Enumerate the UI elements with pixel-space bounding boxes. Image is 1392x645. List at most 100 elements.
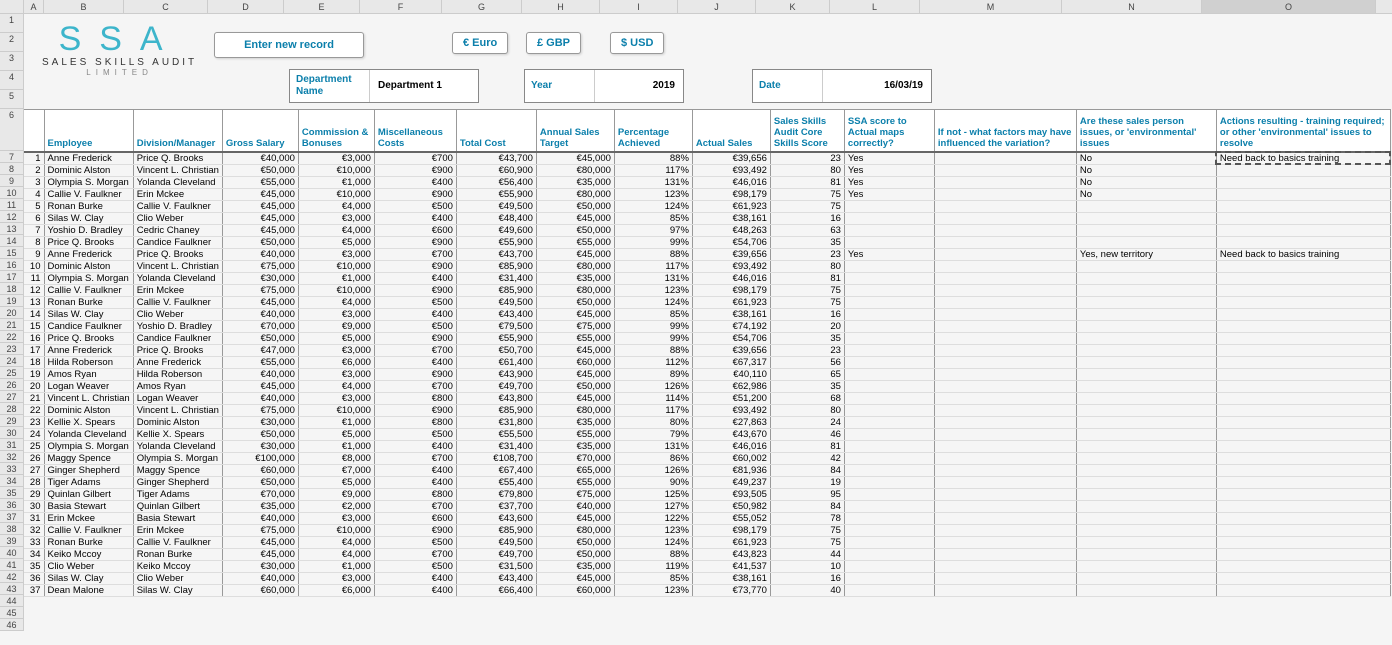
cell-actions[interactable] [1216,320,1390,332]
cell-salary[interactable]: €60,000 [222,464,298,476]
cell-pct[interactable]: 131% [614,176,692,188]
cell-maps[interactable] [844,260,934,272]
currency-gbp-button[interactable]: £ GBP [526,32,581,54]
cell-target[interactable]: €80,000 [536,188,614,200]
cell-score[interactable]: 80 [770,404,844,416]
cell-factors[interactable] [934,560,1076,572]
cell-misc[interactable]: €700 [374,452,456,464]
cell-comm[interactable]: €9,000 [298,488,374,500]
cell-score[interactable]: 42 [770,452,844,464]
cell-n[interactable]: 10 [24,260,44,272]
cell-actions[interactable] [1216,260,1390,272]
cell-comm[interactable]: €4,000 [298,296,374,308]
cell-salary[interactable]: €30,000 [222,560,298,572]
cell-comm[interactable]: €1,000 [298,416,374,428]
cell-actual[interactable]: €73,770 [692,584,770,596]
cell-misc[interactable]: €900 [374,260,456,272]
table-row[interactable]: 13Ronan BurkeCallie V. Faulkner€45,000€4… [24,296,1390,308]
col-header[interactable]: Actions resulting - training required; o… [1216,110,1390,152]
cell-n[interactable]: 12 [24,284,44,296]
row-header-1[interactable]: 1 [0,14,23,33]
row-header-19[interactable]: 19 [0,295,23,307]
row-header-34[interactable]: 34 [0,475,23,487]
cell-maps[interactable] [844,200,934,212]
cell-salary[interactable]: €50,000 [222,476,298,488]
cell-score[interactable]: 23 [770,152,844,165]
cell-actual[interactable]: €61,923 [692,296,770,308]
cell-mgr[interactable]: Keiko Mccoy [133,560,222,572]
cell-factors[interactable] [934,236,1076,248]
cell-salary[interactable]: €40,000 [222,368,298,380]
cell-factors[interactable] [934,416,1076,428]
cell-target[interactable]: €45,000 [536,392,614,404]
cell-issues[interactable] [1076,308,1216,320]
cell-score[interactable]: 35 [770,332,844,344]
cell-maps[interactable]: Yes [844,152,934,165]
cell-n[interactable]: 18 [24,356,44,368]
col-header[interactable]: Total Cost [456,110,536,152]
cell-comm[interactable]: €5,000 [298,428,374,440]
cell-total[interactable]: €85,900 [456,524,536,536]
cell-comm[interactable]: €3,000 [298,368,374,380]
cell-issues[interactable] [1076,344,1216,356]
cell-factors[interactable] [934,524,1076,536]
cell-mgr[interactable]: Clio Weber [133,308,222,320]
cell-total[interactable]: €31,800 [456,416,536,428]
cell-total[interactable]: €56,400 [456,176,536,188]
cell-misc[interactable]: €800 [374,392,456,404]
cell-pct[interactable]: 85% [614,572,692,584]
cell-target[interactable]: €80,000 [536,404,614,416]
cell-factors[interactable] [934,272,1076,284]
cell-score[interactable]: 23 [770,344,844,356]
cell-issues[interactable] [1076,392,1216,404]
cell-emp[interactable]: Keiko Mccoy [44,548,133,560]
cell-score[interactable]: 20 [770,320,844,332]
cell-pct[interactable]: 117% [614,404,692,416]
cell-actions[interactable] [1216,464,1390,476]
cell-n[interactable]: 32 [24,524,44,536]
cell-score[interactable]: 75 [770,200,844,212]
cell-emp[interactable]: Ronan Burke [44,200,133,212]
cell-maps[interactable]: Yes [844,248,934,260]
cell-score[interactable]: 81 [770,176,844,188]
cell-total[interactable]: €43,900 [456,368,536,380]
cell-pct[interactable]: 79% [614,428,692,440]
cell-target[interactable]: €45,000 [536,248,614,260]
cell-comm[interactable]: €10,000 [298,284,374,296]
cell-pct[interactable]: 88% [614,548,692,560]
cell-score[interactable]: 56 [770,356,844,368]
cell-total[interactable]: €85,900 [456,260,536,272]
cell-maps[interactable] [844,272,934,284]
cell-salary[interactable]: €45,000 [222,536,298,548]
cell-actual[interactable]: €93,492 [692,260,770,272]
cell-comm[interactable]: €9,000 [298,320,374,332]
cell-factors[interactable] [934,500,1076,512]
cell-n[interactable]: 8 [24,236,44,248]
column-header-G[interactable]: G [442,0,522,13]
cell-salary[interactable]: €45,000 [222,548,298,560]
cell-target[interactable]: €40,000 [536,500,614,512]
cell-pct[interactable]: 123% [614,188,692,200]
cell-score[interactable]: 63 [770,224,844,236]
table-row[interactable]: 7Yoshio D. BradleyCedric Chaney€45,000€4… [24,224,1390,236]
cell-issues[interactable] [1076,548,1216,560]
cell-maps[interactable] [844,380,934,392]
cell-actions[interactable] [1216,536,1390,548]
cell-issues[interactable] [1076,452,1216,464]
cell-actions[interactable] [1216,236,1390,248]
cell-maps[interactable]: Yes [844,188,934,200]
year-field[interactable]: Year 2019 [524,69,684,103]
cell-issues[interactable] [1076,584,1216,596]
cell-factors[interactable] [934,380,1076,392]
cell-misc[interactable]: €500 [374,560,456,572]
row-header-18[interactable]: 18 [0,283,23,295]
cell-pct[interactable]: 124% [614,296,692,308]
cell-score[interactable]: 24 [770,416,844,428]
cell-score[interactable]: 35 [770,236,844,248]
cell-salary[interactable]: €70,000 [222,320,298,332]
cell-emp[interactable]: Vincent L. Christian [44,392,133,404]
cell-mgr[interactable]: Price Q. Brooks [133,152,222,165]
cell-actions[interactable] [1216,404,1390,416]
cell-mgr[interactable]: Clio Weber [133,212,222,224]
cell-misc[interactable]: €900 [374,164,456,176]
